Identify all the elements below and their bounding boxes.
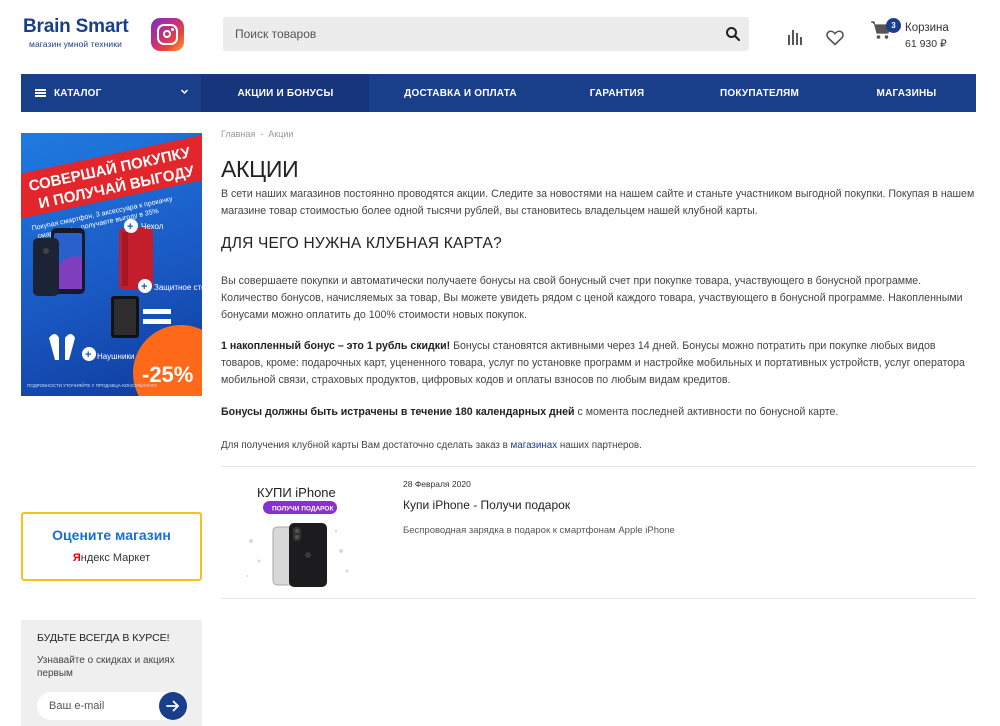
yandex-logo-letter: Я bbox=[72, 552, 81, 564]
nav-catalog-button[interactable]: КАТАЛОГ bbox=[21, 74, 202, 112]
promo-image-badge: ПОЛУЧИ ПОДАРОК bbox=[272, 506, 333, 513]
banner-footer-note: ПОДРОБНОСТИ УТОЧНЯЙТЕ У ПРОДАВЦА-КОНСУЛЬ… bbox=[27, 381, 157, 388]
yandex-market-label: Маркет bbox=[112, 552, 151, 564]
promo-image-art: КУПИ iPhone ПОЛУЧИ ПОДАРОК bbox=[246, 485, 349, 587]
yandex-market-logo: Яндекс Маркет bbox=[23, 552, 200, 564]
favorites-heart-icon[interactable] bbox=[826, 30, 844, 46]
yandex-logo-rest: ндекс bbox=[80, 552, 110, 564]
divider bbox=[221, 598, 976, 599]
promo-title-link[interactable]: Купи iPhone - Получи подарок bbox=[403, 498, 570, 512]
section-heading: ДЛЯ ЧЕГО НУЖНА КЛУБНАЯ КАРТА? bbox=[221, 235, 502, 252]
search-input[interactable] bbox=[223, 17, 713, 51]
main-nav: КАТАЛОГ АКЦИИ И БОНУСЫ ДОСТАВКА И ОПЛАТА… bbox=[21, 74, 976, 112]
rate-store-title: Оцените магазин bbox=[52, 527, 171, 543]
svg-text:+: + bbox=[85, 349, 91, 361]
phone-case-image: + Чехол bbox=[119, 219, 164, 290]
newsletter-subscribe: БУДЬТЕ ВСЕГДА В КУРСЕ! Узнавайте о скидк… bbox=[21, 620, 202, 726]
menu-icon bbox=[35, 89, 46, 97]
promo-description: Беспроводная зарядка в подарок к смартфо… bbox=[403, 525, 675, 536]
promo-banner-art: СОВЕРШАЙ ПОКУПКУ И ПОЛУЧАЙ ВЫГОДУ Покупа… bbox=[21, 133, 202, 396]
svg-text:+: + bbox=[127, 221, 133, 233]
breadcrumb-separator: - bbox=[260, 129, 264, 139]
smartphone-image bbox=[33, 228, 85, 296]
intro-paragraph: В сети наших магазинов постоянно проводя… bbox=[221, 188, 975, 217]
bonus-highlight: 1 накопленный бонус – это 1 рубль скидки… bbox=[221, 340, 451, 352]
nav-item-warranty[interactable]: ГАРАНТИЯ bbox=[552, 74, 682, 112]
promo-image-iphone[interactable]: КУПИ iPhone ПОЛУЧИ ПОДАРОК bbox=[241, 481, 358, 587]
promo-banner[interactable]: СОВЕРШАЙ ПОКУПКУ И ПОЛУЧАЙ ВЫГОДУ Покупа… bbox=[21, 133, 202, 396]
nav-item-promos[interactable]: АКЦИИ И БОНУСЫ bbox=[202, 74, 369, 112]
cart-label[interactable]: Корзина bbox=[905, 22, 949, 34]
cart-total: 61 930 ₽ bbox=[905, 38, 947, 50]
earbuds-image: + Наушники bbox=[49, 334, 134, 361]
banner-label-headphones: Наушники bbox=[97, 352, 134, 361]
svg-text:+: + bbox=[141, 281, 147, 293]
banner-label-case: Чехол bbox=[141, 222, 164, 231]
club-card-paragraph: Вы совершаете покупки и автоматически по… bbox=[221, 275, 963, 321]
bonus-expiry-highlight: Бонусы должны быть истрачены в течение 1… bbox=[221, 406, 575, 418]
howto-end: наших партнеров. bbox=[557, 440, 642, 451]
search-bar bbox=[223, 17, 749, 51]
nav-item-stores[interactable]: МАГАЗИНЫ bbox=[837, 74, 976, 112]
instagram-icon[interactable] bbox=[151, 18, 184, 51]
arrow-right-icon bbox=[166, 700, 180, 712]
logo-title: Brain Smart bbox=[23, 16, 129, 37]
breadcrumb-current: Акции bbox=[268, 129, 294, 139]
logo-subtitle: магазин умной техники bbox=[29, 39, 122, 49]
stores-link[interactable]: магазинах bbox=[511, 440, 558, 451]
subscribe-title: БУДЬТЕ ВСЕГДА В КУРСЕ! bbox=[37, 632, 170, 644]
breadcrumb: Главная - Акции bbox=[221, 129, 298, 139]
iphone-image bbox=[272, 523, 327, 587]
nav-item-customers[interactable]: ПОКУПАТЕЛЯМ bbox=[682, 74, 837, 112]
cart-count-badge: 3 bbox=[886, 18, 901, 33]
divider bbox=[221, 466, 976, 467]
subscribe-submit-button[interactable] bbox=[159, 692, 187, 720]
howto-start: Для получения клубной карты Вам достаточ… bbox=[221, 440, 511, 451]
banner-label-glass: Защитное стекло bbox=[154, 283, 202, 292]
page-title: АКЦИИ bbox=[221, 156, 299, 182]
compare-icon[interactable] bbox=[787, 30, 803, 45]
bonus-paragraph: 1 накопленный бонус – это 1 рубль скидки… bbox=[221, 338, 977, 389]
promo-image-title: КУПИ iPhone bbox=[257, 485, 336, 500]
breadcrumb-home-link[interactable]: Главная bbox=[221, 129, 255, 139]
subscribe-text: Узнавайте о скидках и акциях первым bbox=[37, 655, 175, 679]
site-logo[interactable]: Brain Smart магазин умной техники bbox=[23, 16, 138, 49]
nav-item-delivery[interactable]: ДОСТАВКА И ОПЛАТА bbox=[369, 74, 552, 112]
rate-store-widget[interactable]: Оцените магазин Яндекс Маркет bbox=[21, 512, 202, 581]
chevron-down-icon bbox=[180, 89, 189, 95]
bonus-expiry-details: с момента последней активности по бонусн… bbox=[574, 406, 839, 418]
promo-date: 28 Февраля 2020 bbox=[403, 479, 471, 489]
club-card-howto: Для получения клубной карты Вам достаточ… bbox=[221, 437, 977, 454]
bonus-expiry-paragraph: Бонусы должны быть истрачены в течение 1… bbox=[221, 404, 977, 421]
search-icon[interactable] bbox=[725, 26, 741, 42]
nav-catalog-label: КАТАЛОГ bbox=[54, 87, 102, 99]
